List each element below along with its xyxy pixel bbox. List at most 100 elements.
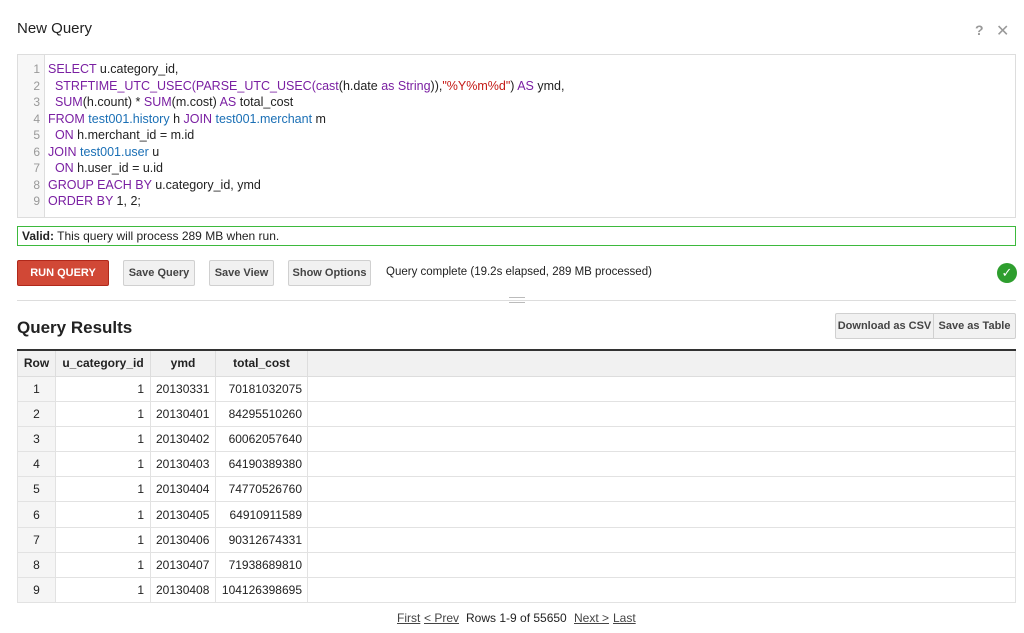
row-number-cell: 8 [17,551,56,579]
line-number: 9 [33,194,40,208]
code-token: )), [430,78,443,93]
total-cost-cell: 74770526760 [215,476,308,503]
pager-info: Rows 1-9 of 55650 [466,611,567,625]
line-number: 8 [33,177,40,192]
results-title: Query Results [17,318,133,337]
ymd-cell: 20130401 [150,400,216,427]
code-line: JOIN test001.user u [48,144,159,160]
code-token: h [169,111,184,126]
table-row: 1 1 20130331 70181032075 [17,375,1016,402]
category-id-cell: 1 [55,576,151,604]
filler-cell [307,501,1016,528]
code-token: m [312,111,326,126]
column-header-total-cost[interactable]: total_cost [215,349,308,377]
code-line: SELECT u.category_id, [48,61,178,77]
code-token: total_cost [236,95,294,109]
code-token: h.merchant_id = m.id [73,128,195,142]
close-icon[interactable]: ✕ [996,21,1009,41]
code-token: as String [381,78,431,93]
code-token: ORDER BY [48,194,114,208]
category-id-cell: 1 [55,375,151,402]
code-token: u.category_id, ymd [151,177,261,192]
code-token: 1, 2; [113,194,141,208]
code-token: u [148,144,160,159]
category-id-cell: 1 [55,400,151,427]
table-header-row: Row u_category_id ymd total_cost [17,349,1016,377]
filler-cell [307,400,1016,427]
save-query-button[interactable]: Save Query [123,260,195,286]
table-row: 5 1 20130404 74770526760 [17,476,1016,503]
run-query-button[interactable]: RUN QUERY [17,260,109,286]
code-token: STRFTIME_UTC_USEC(PARSE_UTC_USEC( [48,78,316,93]
resize-grip[interactable] [509,297,525,303]
row-number-cell: 1 [17,375,56,402]
line-number: 4 [33,111,40,126]
results-table: Row u_category_id ymd total_cost 1 1 20130… [17,349,1016,604]
ymd-cell: 20130403 [150,451,216,478]
row-number-cell: 2 [17,400,56,427]
filler-cell [307,576,1016,604]
pager-prev-link[interactable]: < Prev [424,611,459,625]
code-token: AS [517,78,534,93]
line-number: 1 [33,62,40,76]
column-header-filler [307,349,1016,377]
filler-cell [307,451,1016,478]
ymd-cell: 20130404 [150,476,216,503]
code-token: u.category_id, [96,62,179,76]
line-number: 3 [33,95,40,109]
column-header-u-category-id[interactable]: u_category_id [55,349,151,377]
ymd-cell: 20130407 [150,551,216,579]
save-view-button[interactable]: Save View [209,260,274,286]
ymd-cell: 20130406 [150,526,216,553]
code-line: ON h.merchant_id = m.id [48,127,194,143]
code-token: h.user_id = u.id [73,161,163,175]
help-icon[interactable]: ? [975,22,984,38]
save-as-table-button[interactable]: Save as Table [933,313,1016,339]
table-row: 9 1 20130408 104126398695 [17,576,1016,604]
show-options-button[interactable]: Show Options [288,260,371,286]
query-editor[interactable]: 1 2 3 4 5 6 7 8 9 SELECT u.category_id, STRFTIME… [17,54,1016,218]
row-number-cell: 7 [17,526,56,553]
filler-cell [307,551,1016,579]
ymd-cell: 20130402 [150,425,216,453]
code-token: ON [48,128,74,142]
category-id-cell: 1 [55,476,151,503]
line-number: 6 [33,144,40,159]
total-cost-cell: 84295510260 [215,400,308,427]
row-number-cell: 5 [17,476,56,503]
line-number-gutter: 1 2 3 4 5 6 7 8 9 [18,55,45,217]
row-number-cell: 9 [17,576,56,604]
code-token: JOIN [183,111,212,126]
pager-last-link[interactable]: Last [613,611,636,625]
column-header-row[interactable]: Row [17,349,56,377]
category-id-cell: 1 [55,501,151,528]
total-cost-cell: 104126398695 [215,576,308,604]
code-token: "%Y%m%d" [442,78,511,93]
validation-label: Valid: [22,229,55,243]
category-id-cell: 1 [55,551,151,579]
ymd-cell: 20130331 [150,375,216,402]
row-number-cell: 6 [17,501,56,528]
code-token: (h.date [338,78,382,93]
pager-first-link[interactable]: First [397,611,420,625]
code-line: GROUP EACH BY u.category_id, ymd [48,177,261,193]
code-token: cast [315,78,339,93]
total-cost-cell: 64190389380 [215,451,308,478]
line-number: 7 [33,161,40,175]
code-line: SUM(h.count) * SUM(m.cost) AS total_cost [48,94,293,110]
code-token: SELECT [48,62,97,76]
code-token: JOIN [48,144,77,159]
ymd-cell: 20130405 [150,501,216,528]
download-csv-button[interactable]: Download as CSV [835,313,934,339]
total-cost-cell: 71938689810 [215,551,308,579]
category-id-cell: 1 [55,526,151,553]
code-token: ON [48,161,74,175]
pager-next-link[interactable]: Next > [574,611,609,625]
query-status: Query complete (19.2s elapsed, 289 MB pr… [386,266,652,278]
validation-message: This query will process 289 MB when run. [54,229,280,243]
code-token: SUM [48,95,83,109]
category-id-cell: 1 [55,451,151,478]
column-header-ymd[interactable]: ymd [150,349,216,377]
code-token: FROM [48,111,85,126]
code-token: ymd, [533,78,565,93]
